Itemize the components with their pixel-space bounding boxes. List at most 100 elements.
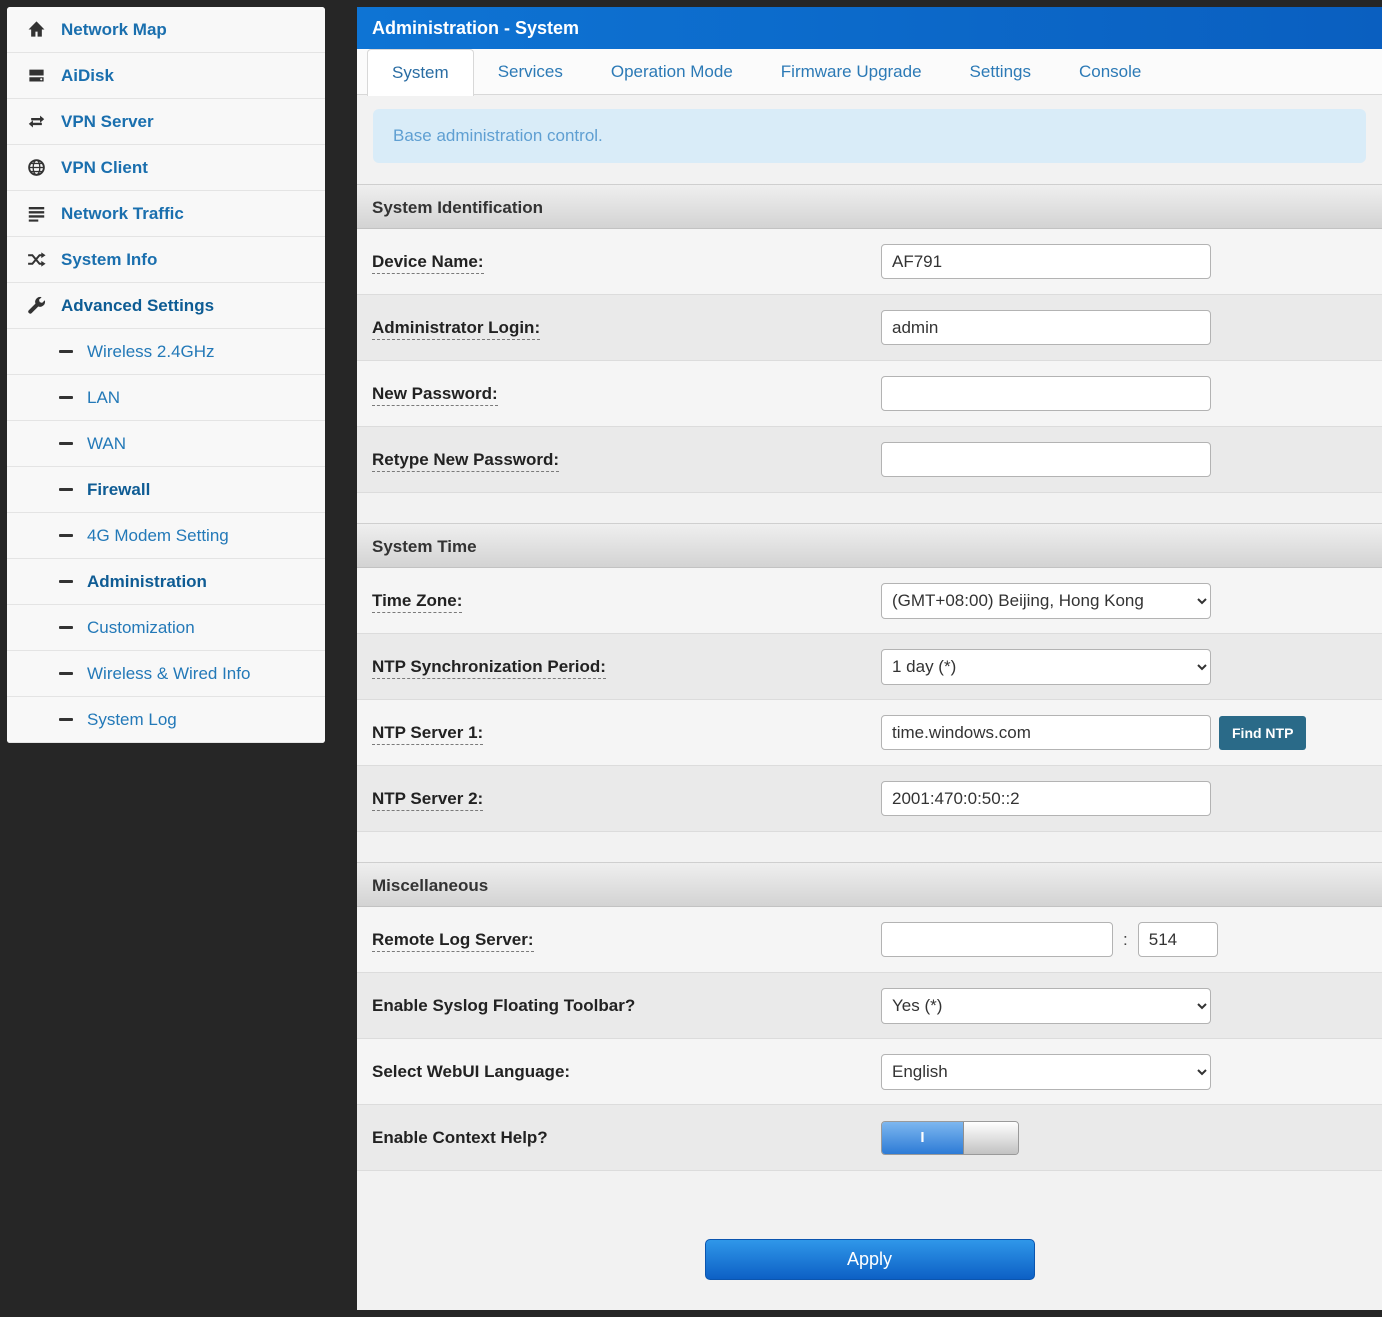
globe-icon: [27, 158, 51, 177]
swap-arrows-icon: [27, 112, 51, 131]
toggle-handle[interactable]: [963, 1121, 1018, 1154]
sidebar-subitem-firewall[interactable]: Firewall: [7, 467, 325, 513]
tab-settings[interactable]: Settings: [946, 49, 1055, 95]
sidebar-subitem-label: System Log: [87, 709, 177, 729]
home-icon: [27, 20, 51, 39]
sidebar-subitem-label: Wireless 2.4GHz: [87, 341, 215, 361]
toggle-on-segment: I: [882, 1121, 963, 1154]
context-help-toggle[interactable]: I: [881, 1120, 1019, 1155]
ntp-server-2-input[interactable]: [881, 781, 1211, 816]
list-lines-icon: [27, 204, 51, 223]
row-new-password: New Password:: [357, 361, 1382, 427]
sidebar-item-vpn-server[interactable]: VPN Server: [7, 99, 325, 145]
administrator-login-input[interactable]: [881, 310, 1211, 345]
ntp-sync-period-select[interactable]: 1 day (*): [881, 648, 1211, 685]
device-name-input[interactable]: [881, 244, 1211, 279]
sidebar-subitem-4g-modem-setting[interactable]: 4G Modem Setting: [7, 513, 325, 559]
sidebar-item-advanced-settings[interactable]: Advanced Settings: [7, 283, 325, 329]
sidebar-subitem-label: LAN: [87, 387, 121, 407]
row-context-help: Enable Context Help? I: [357, 1105, 1382, 1171]
sidebar-item-label: Network Map: [61, 19, 167, 39]
sidebar-subitem-customization[interactable]: Customization: [7, 605, 325, 651]
syslog-toolbar-label: Enable Syslog Floating Toolbar?: [372, 995, 636, 1015]
tab-system[interactable]: System: [367, 49, 474, 96]
webui-language-label: Select WebUI Language:: [372, 1061, 571, 1081]
sidebar-item-network-traffic[interactable]: Network Traffic: [7, 191, 325, 237]
sidebar-item-label: VPN Server: [61, 111, 154, 131]
sidebar-subitem-label: WAN: [87, 433, 127, 453]
row-ntp-server-2: NTP Server 2:: [357, 766, 1382, 832]
sidebar-subitem-label: Firewall: [87, 479, 151, 499]
time-zone-label: Time Zone:: [372, 590, 881, 613]
syslog-toolbar-select[interactable]: Yes (*): [881, 987, 1211, 1024]
info-banner: Base administration control.: [373, 109, 1366, 163]
sidebar-subitem-label: Customization: [87, 617, 195, 637]
sidebar-item-aidisk[interactable]: AiDisk: [7, 53, 325, 99]
row-webui-language: Select WebUI Language: English: [357, 1039, 1382, 1105]
row-device-name: Device Name:: [357, 229, 1382, 295]
sidebar-item-vpn-client[interactable]: VPN Client: [7, 145, 325, 191]
section-title: System Time: [357, 523, 1382, 568]
tab-services[interactable]: Services: [474, 49, 587, 95]
ntp-sync-period-label: NTP Synchronization Period:: [372, 656, 881, 679]
dash-icon: [59, 718, 73, 721]
sidebar-subitem-wan[interactable]: WAN: [7, 421, 325, 467]
row-ntp-sync-period: NTP Synchronization Period: 1 day (*): [357, 634, 1382, 700]
disk-icon: [27, 66, 51, 85]
sidebar-subitem-system-log[interactable]: System Log: [7, 697, 325, 743]
time-zone-select[interactable]: (GMT+08:00) Beijing, Hong Kong: [881, 582, 1211, 619]
ntp-server-1-label: NTP Server 1:: [372, 722, 881, 745]
sidebar-subitem-wireless-wired-info[interactable]: Wireless & Wired Info: [7, 651, 325, 697]
tab-firmware-upgrade[interactable]: Firmware Upgrade: [757, 49, 946, 95]
section-system-identification: System Identification Device Name: Admin…: [357, 184, 1382, 493]
row-remote-log-server: Remote Log Server: :: [357, 907, 1382, 973]
section-miscellaneous: Miscellaneous Remote Log Server: : Enabl…: [357, 862, 1382, 1171]
ntp-server-2-label: NTP Server 2:: [372, 788, 881, 811]
port-separator: :: [1123, 929, 1128, 949]
tab-console[interactable]: Console: [1055, 49, 1165, 95]
sidebar-subitem-lan[interactable]: LAN: [7, 375, 325, 421]
dash-icon: [59, 442, 73, 445]
sidebar: Network Map AiDisk VPN Server VPN Client…: [7, 7, 325, 743]
section-title: System Identification: [357, 184, 1382, 229]
sidebar-subitem-administration[interactable]: Administration: [7, 559, 325, 605]
ntp-server-1-input[interactable]: [881, 715, 1211, 750]
retype-new-password-input[interactable]: [881, 442, 1211, 477]
remote-log-host-input[interactable]: [881, 922, 1113, 957]
dash-icon: [59, 672, 73, 675]
section-system-time: System Time Time Zone: (GMT+08:00) Beiji…: [357, 523, 1382, 832]
sidebar-item-system-info[interactable]: System Info: [7, 237, 325, 283]
sidebar-item-label: Network Traffic: [61, 203, 184, 223]
find-ntp-button[interactable]: Find NTP: [1219, 715, 1307, 750]
retype-new-password-label: Retype New Password:: [372, 449, 881, 472]
sidebar-item-label: Advanced Settings: [61, 295, 215, 315]
row-syslog-toolbar: Enable Syslog Floating Toolbar? Yes (*): [357, 973, 1382, 1039]
main-panel: Administration - System System Services …: [357, 7, 1382, 1310]
apply-button[interactable]: Apply: [704, 1239, 1035, 1280]
device-name-label: Device Name:: [372, 251, 881, 274]
sidebar-item-label: AiDisk: [61, 65, 114, 85]
tab-operation-mode[interactable]: Operation Mode: [587, 49, 757, 95]
sidebar-subitem-wireless-24ghz[interactable]: Wireless 2.4GHz: [7, 329, 325, 375]
dash-icon: [59, 350, 73, 353]
sidebar-item-network-map[interactable]: Network Map: [7, 7, 325, 53]
administrator-login-label: Administrator Login:: [372, 317, 881, 340]
row-time-zone: Time Zone: (GMT+08:00) Beijing, Hong Kon…: [357, 568, 1382, 634]
remote-log-port-input[interactable]: [1137, 922, 1218, 957]
remote-log-server-label: Remote Log Server:: [372, 929, 881, 952]
page-title: Administration - System: [357, 7, 1382, 49]
apply-area: Apply: [357, 1201, 1382, 1310]
new-password-label: New Password:: [372, 383, 881, 406]
sidebar-item-label: System Info: [61, 249, 158, 269]
context-help-label: Enable Context Help?: [372, 1127, 548, 1147]
wrench-icon: [27, 296, 51, 315]
shuffle-icon: [27, 250, 51, 269]
tab-bar: System Services Operation Mode Firmware …: [357, 49, 1382, 96]
dash-icon: [59, 580, 73, 583]
sidebar-subitem-label: Wireless & Wired Info: [87, 663, 251, 683]
sidebar-item-label: VPN Client: [61, 157, 148, 177]
webui-language-select[interactable]: English: [881, 1053, 1211, 1090]
row-retype-new-password: Retype New Password:: [357, 427, 1382, 493]
sidebar-subitem-label: Administration: [87, 571, 207, 591]
new-password-input[interactable]: [881, 376, 1211, 411]
